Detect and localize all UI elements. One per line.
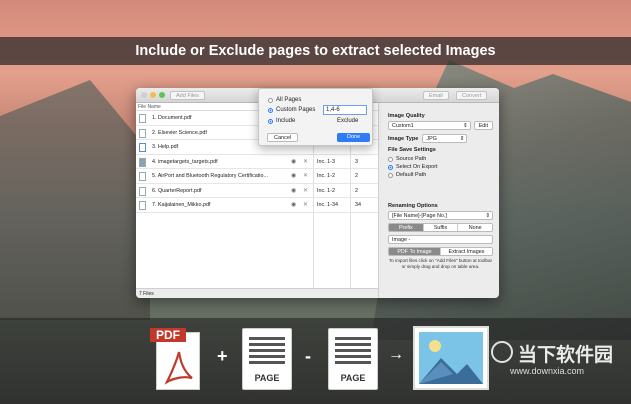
pdf-document-icon: PDF [150, 328, 204, 390]
exclude-radio[interactable]: Exclude [337, 117, 358, 125]
renaming-select[interactable]: [File Name]-[Page No.] ⇕ [388, 211, 493, 220]
pdf-file-icon [139, 201, 146, 210]
chevron-updown-icon: ⇕ [459, 136, 465, 142]
table-row[interactable]: 7. Kaijalainen_Mikko.pdf ◉ ✕ Inc. 1-34 3… [136, 198, 378, 213]
table-row[interactable]: 6. QuarterReport.pdf ◉ ✕ Inc. 1-2 2 [136, 184, 378, 198]
image-type-select[interactable]: JPG ⇕ [422, 134, 468, 143]
pdf-label: PDF [150, 328, 186, 342]
table-row[interactable]: 4. imagetargets_targets.pdf ◉ ✕ Inc. 1-3… [136, 155, 378, 169]
page-range-popover: All Pages Custom Pages 1,4-6 Include Exc… [258, 88, 373, 146]
preview-eye-icon[interactable]: ◉ [291, 198, 296, 212]
email-button[interactable]: Email [423, 91, 449, 100]
none-segment[interactable]: None [458, 224, 492, 231]
pdf-file-icon [139, 157, 146, 167]
file-name: 6. QuarterReport.pdf [152, 187, 202, 194]
watermark-text: 当下软件园 [518, 345, 614, 366]
image-name-input[interactable]: Image - [388, 235, 493, 244]
extract-images-segment[interactable]: Extract Images [441, 248, 492, 255]
page-range[interactable]: Inc. 1-2 [317, 169, 335, 183]
file-name: 7. Kaijalainen_Mikko.pdf [152, 202, 211, 208]
settings-panel: Image Quality Custom1 ⇕ Edit Image Type … [382, 103, 499, 298]
pdf-file-icon [139, 172, 146, 181]
suffix-segment[interactable]: Suffix [423, 224, 459, 231]
chevron-updown-icon: ⇕ [485, 213, 490, 219]
file-name: 1. Document.pdf [152, 115, 192, 121]
image-quality-title: Image Quality [388, 113, 425, 119]
page-document-icon: PAGE [242, 328, 292, 390]
plus-operator: + [217, 346, 228, 366]
preview-eye-icon[interactable]: ◉ [291, 184, 296, 198]
page-count: 3 [355, 158, 358, 165]
pdf-to-image-segment[interactable]: PDF To Image [389, 248, 441, 255]
remove-x-icon[interactable]: ✕ [303, 155, 308, 169]
arrow-operator: → [388, 346, 404, 363]
page-count: 34 [355, 202, 361, 208]
close-light-icon[interactable] [141, 92, 147, 98]
chevron-updown-icon: ⇕ [463, 123, 468, 129]
select-on-export-radio[interactable]: Select On Export [388, 163, 493, 171]
image-type-label: Image Type [388, 135, 419, 142]
page-label: PAGE [254, 373, 280, 383]
file-count-footer: 7 Files [136, 288, 379, 298]
background-mountain-left [0, 80, 150, 320]
include-radio[interactable]: Include [268, 117, 295, 125]
pdf-file-icon [139, 186, 146, 196]
page-range[interactable]: Inc. 1-3 [317, 155, 335, 169]
page-count: 2 [355, 173, 358, 179]
popover-done-button[interactable]: Done [337, 133, 371, 142]
import-hint-text: To import files click on "Add Files" but… [388, 258, 493, 269]
prefix-suffix-segmented[interactable]: Prefix Suffix None [388, 223, 493, 232]
file-name: 3. Help.pdf [152, 144, 179, 150]
watermark-logo-icon [491, 341, 513, 363]
pdf-file-icon [139, 143, 146, 152]
mode-segmented[interactable]: PDF To Image Extract Images [388, 247, 493, 256]
headline-banner: Include or Exclude pages to extract sele… [0, 37, 631, 65]
page-document-icon: PAGE [328, 328, 378, 390]
default-path-radio[interactable]: Default Path [388, 171, 493, 179]
remove-x-icon[interactable]: ✕ [303, 169, 308, 183]
page-count: 2 [355, 187, 358, 194]
page-label: PAGE [340, 373, 366, 383]
remove-x-icon[interactable]: ✕ [303, 184, 308, 198]
convert-button[interactable]: Convert [456, 91, 488, 100]
page-range[interactable]: Inc. 1-2 [317, 184, 335, 198]
file-name: 5. AirPort and Bluetooth Regulatory Cert… [152, 173, 268, 179]
all-pages-radio[interactable]: All Pages [268, 96, 301, 104]
page-range[interactable]: Inc. 1-34 [317, 198, 338, 212]
watermark-url: www.downxia.com [510, 366, 585, 376]
pdf-file-icon [139, 114, 146, 123]
minimize-light-icon[interactable] [150, 92, 156, 98]
minus-operator: - [305, 346, 311, 366]
remove-x-icon[interactable]: ✕ [303, 198, 308, 212]
renaming-options-title: Renaming Options [388, 203, 438, 209]
traffic-lights [141, 92, 165, 98]
pdf-file-icon [139, 128, 146, 138]
popover-cancel-button[interactable]: Cancel [267, 133, 299, 142]
custom-pages-input[interactable]: 1,4-6 [323, 105, 367, 115]
quality-select[interactable]: Custom1 ⇕ [388, 121, 471, 130]
custom-pages-radio[interactable]: Custom Pages [268, 106, 315, 114]
file-name: 4. imagetargets_targets.pdf [152, 158, 218, 165]
prefix-segment[interactable]: Prefix [389, 224, 424, 231]
image-file-icon [413, 326, 489, 390]
preview-eye-icon[interactable]: ◉ [291, 169, 296, 183]
preview-eye-icon[interactable]: ◉ [291, 155, 296, 169]
source-path-radio[interactable]: Source Path [388, 155, 493, 163]
file-name: 2. Elsevier Science.pdf [152, 129, 207, 136]
file-save-settings-title: File Save Settings [388, 147, 436, 153]
zoom-light-icon[interactable] [159, 92, 165, 98]
add-files-button[interactable]: Add Files [170, 91, 205, 100]
table-row[interactable]: 5. AirPort and Bluetooth Regulatory Cert… [136, 169, 378, 184]
edit-button[interactable]: Edit [473, 121, 493, 130]
